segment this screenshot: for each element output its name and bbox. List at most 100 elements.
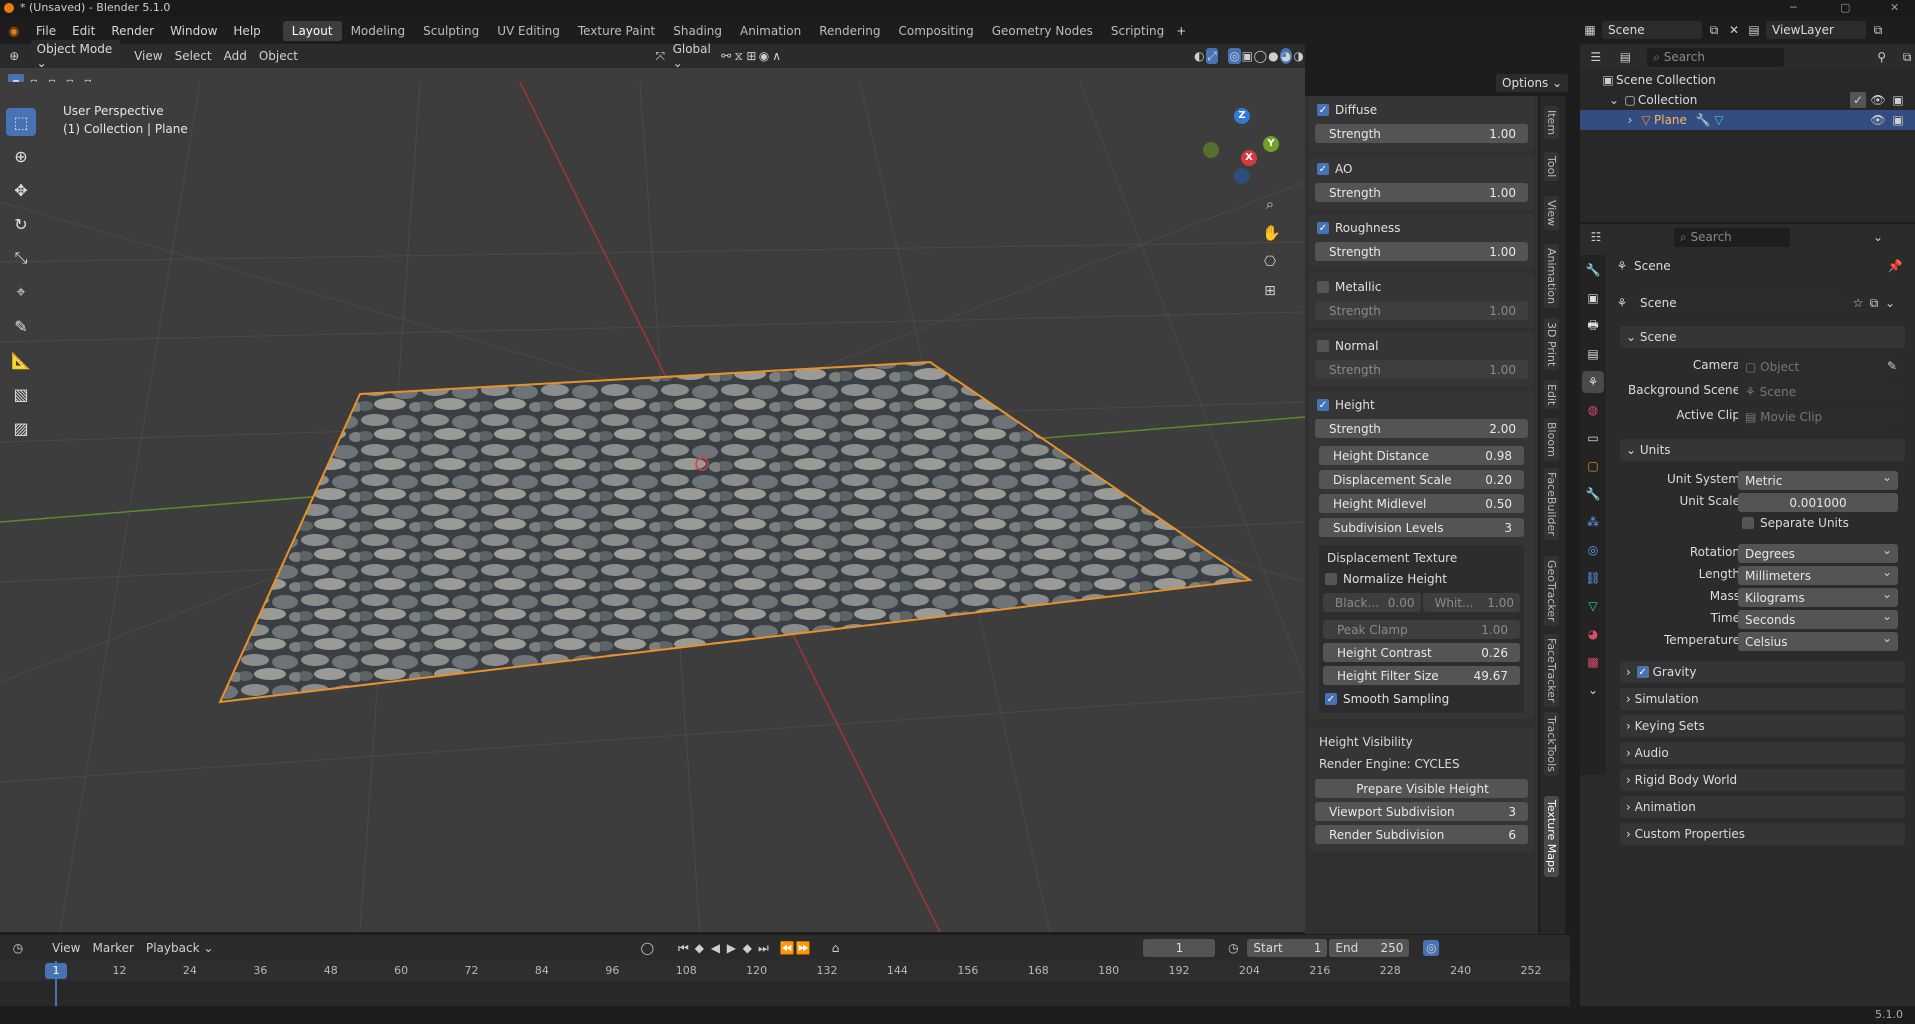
collection-visibility-icon[interactable]: 👁 — [1870, 92, 1886, 108]
editor-type-icon[interactable]: ⊕ — [8, 48, 21, 64]
tab-bloom[interactable]: Bloom — [1544, 418, 1559, 461]
xray-icon[interactable]: ▣ — [1241, 48, 1254, 64]
tab-geometry-nodes[interactable]: Geometry Nodes — [983, 21, 1102, 41]
blender-menu-icon[interactable]: ◉ — [6, 23, 22, 39]
end-frame-field[interactable]: End 250 — [1329, 939, 1410, 957]
tab-animation[interactable]: Animation — [731, 21, 810, 41]
roughness-checkbox[interactable]: ✓ — [1317, 222, 1329, 234]
scale-tool[interactable]: ⤡ — [6, 244, 36, 272]
scene-selector[interactable]: Scene — [1602, 21, 1702, 39]
roughness-strength-field[interactable]: Strength 1.00 — [1315, 242, 1528, 261]
display-mode-icon[interactable]: ▤ — [1618, 49, 1634, 65]
peak-clamp-field[interactable]: Peak Clamp 1.00 — [1323, 620, 1520, 639]
object-properties-tab[interactable]: ▢ — [1582, 455, 1604, 477]
diffuse-checkbox[interactable]: ✓ — [1317, 104, 1329, 116]
background-scene-field[interactable]: ⚘ Scene — [1738, 382, 1898, 401]
outliner-editor-icon[interactable]: ☰ — [1588, 49, 1604, 65]
frame-ruler[interactable]: 12 24 36 48 60 72 84 96 108 120 132 144 156 168 180 192… — [0, 961, 1570, 981]
perspective-toggle-icon[interactable]: ⊞ — [1262, 283, 1278, 299]
animation-panel-header[interactable]: › Animation — [1620, 796, 1905, 818]
custom-properties-panel-header[interactable]: › Custom Properties — [1620, 823, 1905, 845]
add-cube-tool[interactable]: ▧ — [6, 380, 36, 408]
play-icon[interactable]: ▶ — [723, 940, 739, 956]
metallic-checkbox[interactable] — [1317, 281, 1329, 293]
viewport-menu-select[interactable]: Select — [169, 47, 218, 65]
temperature-dropdown[interactable]: Celsius — [1738, 631, 1898, 651]
separate-units-checkbox[interactable] — [1742, 517, 1754, 529]
gravity-checkbox[interactable]: ✓ — [1636, 666, 1649, 678]
tab-item[interactable]: Item — [1544, 106, 1559, 140]
snap-target-icon[interactable]: ⊞ — [745, 48, 758, 64]
expand-plane-icon[interactable]: › — [1622, 112, 1638, 128]
gizmo-z-axis[interactable]: Z — [1234, 108, 1250, 124]
jump-end-icon[interactable]: ⏭ — [755, 940, 771, 956]
tool-properties-tab[interactable]: 🔧 — [1582, 259, 1604, 281]
tab-facetracker[interactable]: FaceTracker — [1544, 634, 1559, 707]
properties-editor-icon[interactable]: ☷ — [1588, 229, 1604, 245]
add-object-tool[interactable]: ▨ — [6, 414, 36, 442]
camera-field[interactable]: ▢ Object — [1738, 357, 1898, 376]
units-panel-header[interactable]: ⌄ Units — [1620, 439, 1905, 461]
remove-scene-icon[interactable]: ✕ — [1726, 22, 1742, 38]
time-dropdown[interactable]: Seconds — [1738, 609, 1898, 629]
gizmo-neg-z-axis[interactable] — [1234, 168, 1250, 184]
keying-icon[interactable]: ⌂ — [827, 940, 843, 956]
maximize-icon[interactable]: ▢ — [1840, 0, 1850, 16]
outliner-search-input[interactable]: ⌕ Search — [1647, 47, 1784, 67]
height-checkbox[interactable]: ✓ — [1317, 399, 1329, 411]
height-filter-size-field[interactable]: Height Filter Size 49.67 — [1323, 666, 1520, 685]
properties-search-input[interactable]: ⌕ Search — [1674, 227, 1790, 247]
white-point-field[interactable]: Whit... 1.00 — [1422, 593, 1520, 612]
timeline-area[interactable]: 12 24 36 48 60 72 84 96 108 120 132 144 156 168 180 192… — [0, 961, 1570, 1006]
close-icon[interactable]: ✕ — [1890, 0, 1899, 16]
tab-view[interactable]: View — [1544, 196, 1559, 231]
outliner-row-collection[interactable]: ⌄ ▢ Collection ✓ 👁 ▣ — [1580, 90, 1915, 110]
rigid-body-world-panel-header[interactable]: › Rigid Body World — [1620, 769, 1905, 791]
collection-properties-tab[interactable]: ▭ — [1582, 427, 1604, 449]
normal-checkbox[interactable] — [1317, 340, 1329, 352]
outliner-row-scene-collection[interactable]: ▣ Scene Collection — [1580, 70, 1915, 90]
mass-dropdown[interactable]: Kilograms — [1738, 587, 1898, 607]
normalize-height-checkbox[interactable] — [1325, 573, 1337, 585]
height-contrast-field[interactable]: Height Contrast 0.26 — [1323, 643, 1520, 662]
tab-tracktools[interactable]: TrackTools — [1544, 712, 1559, 776]
menu-render[interactable]: Render — [103, 24, 162, 38]
tab-animation-side[interactable]: Animation — [1544, 244, 1559, 309]
prev-frame-icon[interactable]: ⏪ — [779, 940, 795, 956]
snap-icon[interactable]: ⧖ — [732, 48, 745, 64]
new-viewlayer-icon[interactable]: ⧉ — [1870, 22, 1886, 38]
smooth-sampling-checkbox[interactable]: ✓ — [1325, 693, 1337, 705]
camera-view-icon[interactable]: ⎔ — [1262, 254, 1278, 270]
tab-texture-maps[interactable]: Texture Maps — [1544, 796, 1559, 877]
timeline-menu-marker[interactable]: Marker — [86, 939, 139, 957]
tab-rendering[interactable]: Rendering — [810, 21, 889, 41]
height-strength-field[interactable]: Strength 2.00 — [1315, 419, 1528, 438]
ao-checkbox[interactable]: ✓ — [1317, 163, 1329, 175]
proportional-edit-icon[interactable]: ◉ — [758, 48, 771, 64]
tab-facebuilder[interactable]: FaceBuilder — [1544, 468, 1559, 540]
pan-hand-icon[interactable]: ✋ — [1262, 225, 1281, 241]
mesh-data-icon[interactable]: ▽ — [1711, 112, 1727, 128]
menu-file[interactable]: File — [28, 24, 64, 38]
timeline-menu-view[interactable]: View — [46, 939, 86, 957]
render-properties-tab[interactable]: ▣ — [1582, 287, 1604, 309]
output-properties-tab[interactable]: 🖶 — [1582, 315, 1604, 337]
constraints-properties-tab[interactable]: ⛓ — [1582, 567, 1604, 589]
gravity-panel-header[interactable]: › ✓ Gravity — [1620, 661, 1905, 683]
timeline-editor-icon[interactable]: ◷ — [10, 940, 26, 956]
plane-render-icon[interactable]: ▣ — [1890, 112, 1906, 128]
viewlayer-selector[interactable]: ViewLayer — [1766, 21, 1866, 39]
visibility-icon[interactable]: ◐ — [1193, 48, 1206, 64]
render-subdivision-field[interactable]: Render Subdivision 6 — [1315, 825, 1528, 844]
rotate-tool[interactable]: ↻ — [6, 210, 36, 238]
gizmo-neg-y-axis[interactable] — [1203, 142, 1219, 158]
metallic-strength-field[interactable]: Strength 1.00 — [1315, 301, 1528, 320]
scene-datablock-icon[interactable]: ⚘ — [1614, 295, 1630, 311]
play-reverse-icon[interactable]: ◀ — [707, 940, 723, 956]
data-properties-tab[interactable]: ▽ — [1582, 595, 1604, 617]
properties-options-icon[interactable]: ⌄ — [1870, 229, 1886, 245]
collapse-collection-icon[interactable]: ⌄ — [1606, 92, 1622, 108]
outliner-row-plane[interactable]: › ▽ Plane 🔧 ▽ 👁 ▣ — [1580, 110, 1915, 130]
new-collection-icon[interactable]: ⧉ — [1899, 49, 1915, 65]
keying-sets-panel-header[interactable]: › Keying Sets — [1620, 715, 1905, 737]
